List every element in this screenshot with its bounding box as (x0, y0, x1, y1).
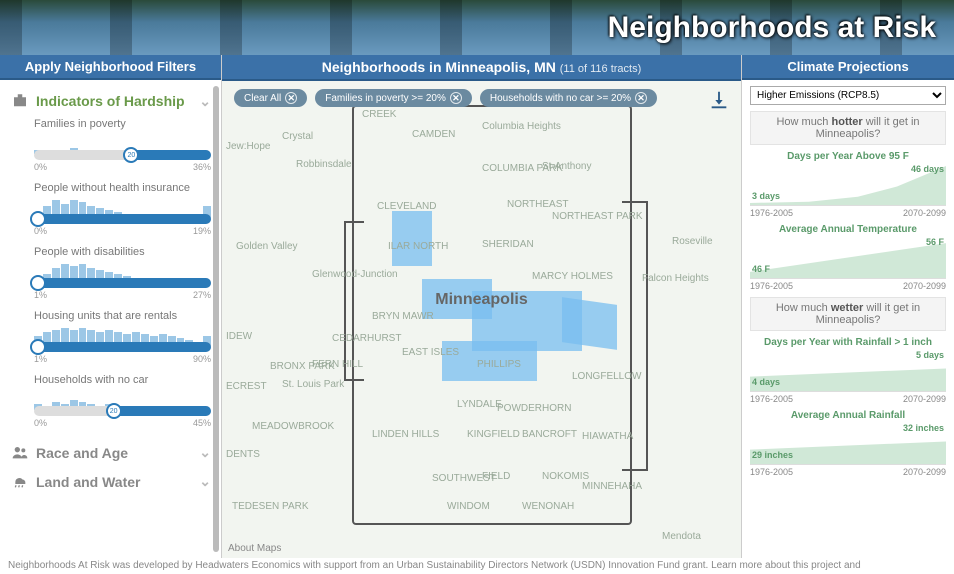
chart-end-value: 32 inches (903, 423, 944, 433)
chart-title: Average Annual Temperature (750, 224, 946, 235)
slider-thumb[interactable]: 20 (123, 147, 139, 163)
about-maps-link[interactable]: About Maps (228, 543, 281, 554)
map-header: Neighborhoods in Minneapolis, MN (11 of … (222, 55, 741, 81)
filter-label: Families in poverty (34, 118, 211, 130)
projections-header: Climate Projections (742, 55, 954, 80)
chip-filter-2[interactable]: Households with no car >= 20%✕ (480, 89, 657, 107)
chevron-down-icon: ⌄ (199, 473, 211, 490)
app-title: Neighborhoods at Risk (608, 11, 936, 45)
mini-chart-1: Average Annual Temperature 46 F 56 F 197… (750, 224, 946, 291)
chart-plot: 3 days 46 days (750, 164, 946, 206)
close-icon[interactable]: ✕ (285, 92, 297, 104)
section-hardship[interactable]: Indicators of Hardship ⌄ (10, 86, 211, 116)
slider-thumb[interactable]: 20 (106, 403, 122, 419)
slider-thumb[interactable] (30, 211, 46, 227)
filter-2: People with disabilities 1%27% (34, 246, 211, 300)
map-bg-label: Jew:Hope (226, 141, 270, 152)
filter-label: Housing units that are rentals (34, 310, 211, 322)
map-bg-label: Mendota (662, 531, 701, 542)
filter-label: Households with no car (34, 374, 211, 386)
hero-banner: Neighborhoods at Risk (0, 0, 954, 55)
filter-3: Housing units that are rentals 1%90% (34, 310, 211, 364)
chip-clear-all[interactable]: Clear All✕ (234, 89, 307, 107)
tract-count: (11 of 116 tracts) (560, 63, 642, 75)
scrollbar[interactable] (213, 86, 219, 552)
chart-end-value: 5 days (916, 350, 944, 360)
section-land-water[interactable]: Land and Water ⌄ (10, 467, 211, 496)
mini-chart-0: Days per Year Above 95 F 3 days 46 days … (750, 151, 946, 218)
chart-title: Days per Year Above 95 F (750, 151, 946, 162)
filter-label: People without health insurance (34, 182, 211, 194)
map-bg-label: ECREST (226, 381, 267, 392)
filter-0: Families in poverty 20 0%36% (34, 118, 211, 172)
filter-chips: Clear All✕ Families in poverty >= 20%✕ H… (234, 89, 657, 107)
map-bg-label: Golden Valley (236, 241, 298, 252)
filters-header: Apply Neighborhood Filters (0, 55, 221, 80)
chart-end-value: 56 F (926, 237, 944, 247)
map-bg-label: Robbinsdale (296, 159, 352, 170)
close-icon[interactable]: ✕ (635, 92, 647, 104)
range-slider[interactable] (34, 342, 211, 352)
map-bg-label: MEADOWBROOK (252, 421, 334, 432)
map-bg-label: Roseville (672, 236, 713, 247)
mini-chart-2: Days per Year with Rainfall > 1 inch 4 d… (750, 337, 946, 404)
range-slider[interactable]: 20 (34, 150, 211, 160)
map-bg-label: St. Louis Park (282, 379, 344, 390)
map-bg-label: IDEW (226, 331, 252, 342)
map-canvas[interactable]: Clear All✕ Families in poverty >= 20%✕ H… (222, 81, 741, 558)
tract-highlight[interactable] (442, 341, 537, 381)
chevron-down-icon: ⌄ (199, 93, 211, 110)
range-slider[interactable] (34, 214, 211, 224)
range-slider[interactable]: 20 (34, 406, 211, 416)
close-icon[interactable]: ✕ (450, 92, 462, 104)
map-bg-label: DENTS (226, 449, 260, 460)
chart-end-value: 46 days (911, 164, 944, 174)
slider-thumb[interactable] (30, 339, 46, 355)
medical-bag-icon (10, 92, 30, 110)
scenario-select[interactable]: Higher Emissions (RCP8.5) (750, 86, 946, 105)
chart-title: Average Annual Rainfall (750, 410, 946, 421)
question-hotter: How much hotter will it get in Minneapol… (750, 111, 946, 145)
range-slider[interactable] (34, 278, 211, 288)
city-boundary (622, 201, 648, 471)
people-icon (10, 445, 30, 461)
chart-start-value: 46 F (752, 264, 770, 274)
chart-plot: 46 F 56 F (750, 237, 946, 279)
chart-start-value: 29 inches (752, 450, 793, 460)
city-boundary (344, 221, 364, 381)
rain-cloud-icon (10, 474, 30, 490)
slider-thumb[interactable] (30, 275, 46, 291)
chip-filter-1[interactable]: Families in poverty >= 20%✕ (315, 89, 472, 107)
map-panel: Neighborhoods in Minneapolis, MN (11 of … (222, 55, 742, 558)
filter-label: People with disabilities (34, 246, 211, 258)
map-bg-label: Falcon Heights (642, 273, 709, 284)
projections-panel: Climate Projections Higher Emissions (RC… (742, 55, 954, 558)
chart-plot: 29 inches 32 inches (750, 423, 946, 465)
filters-panel: Apply Neighborhood Filters Indicators of… (0, 55, 222, 558)
chevron-down-icon: ⌄ (199, 444, 211, 461)
filter-1: People without health insurance 0%19% (34, 182, 211, 236)
map-bg-label: TEDESEN PARK (232, 501, 309, 512)
chart-start-value: 3 days (752, 191, 780, 201)
filter-4: Households with no car 20 0%45% (34, 374, 211, 428)
question-wetter: How much wetter will it get in Minneapol… (750, 297, 946, 331)
download-button[interactable] (707, 89, 731, 114)
section-race-age[interactable]: Race and Age ⌄ (10, 438, 211, 467)
footer-text: Neighborhoods At Risk was developed by H… (0, 558, 954, 574)
tract-highlight[interactable] (392, 211, 432, 266)
download-icon (707, 89, 731, 111)
chart-start-value: 4 days (752, 377, 780, 387)
city-label: Minneapolis (435, 291, 527, 309)
map-bg-label: Crystal (282, 131, 313, 142)
chart-title: Days per Year with Rainfall > 1 inch (750, 337, 946, 348)
map-bg-label: BRONX PARK (270, 361, 335, 372)
chart-plot: 4 days 5 days (750, 350, 946, 392)
mini-chart-3: Average Annual Rainfall 29 inches 32 inc… (750, 410, 946, 477)
tract-highlight[interactable] (562, 297, 617, 350)
